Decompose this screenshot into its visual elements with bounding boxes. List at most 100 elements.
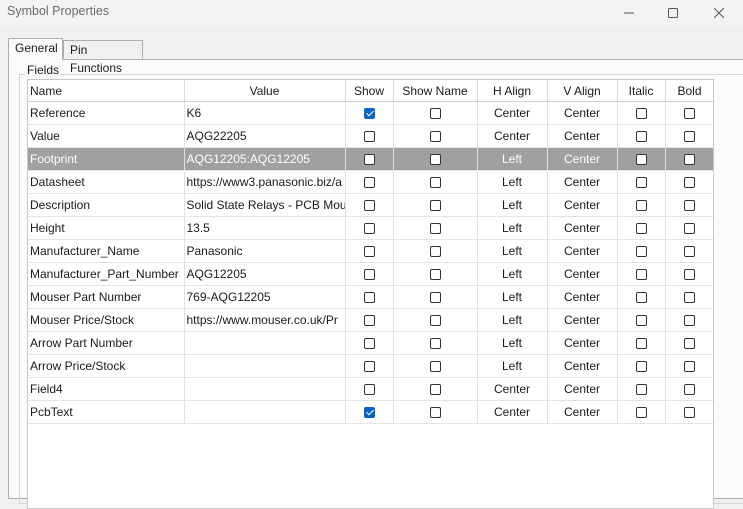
show-checkbox[interactable] [363,108,375,120]
v-align-cell[interactable]: Center [547,331,618,355]
field-value-cell[interactable]: 13.5 [184,216,346,240]
table-row[interactable]: Field4 Center Center [28,377,713,401]
close-button[interactable] [695,0,743,26]
show-name-checkbox[interactable] [429,292,441,304]
field-value-cell[interactable]: 769-AQG12205 [184,285,346,309]
field-value-cell[interactable] [184,377,346,401]
v-align-cell[interactable]: Center [547,400,618,424]
h-align-cell[interactable]: Center [477,101,548,125]
v-align-cell[interactable]: Center [547,377,618,401]
show-checkbox[interactable] [363,338,375,350]
table-row[interactable]: Value AQG22205 Center Center [28,124,713,148]
italic-checkbox[interactable] [635,407,647,419]
bold-checkbox[interactable] [684,361,695,373]
italic-checkbox[interactable] [635,108,647,120]
column-header-h-align[interactable]: H Align [477,80,548,102]
show-checkbox[interactable] [363,315,375,327]
column-header-show[interactable]: Show [345,80,394,102]
show-name-checkbox[interactable] [429,223,441,235]
bold-checkbox[interactable] [684,246,695,258]
h-align-cell[interactable]: Left [477,354,548,378]
italic-checkbox[interactable] [635,338,647,350]
v-align-cell[interactable]: Center [547,216,618,240]
field-value-cell[interactable]: AQG22205 [184,124,346,148]
v-align-cell[interactable]: Center [547,262,618,286]
v-align-cell[interactable]: Center [547,101,618,125]
show-name-checkbox[interactable] [429,384,441,396]
v-align-cell[interactable]: Center [547,147,618,171]
h-align-cell[interactable]: Left [477,216,548,240]
show-name-checkbox[interactable] [429,315,441,327]
field-value-cell[interactable]: Panasonic [184,239,346,263]
table-row[interactable]: Description Solid State Relays - PCB Mour… [28,193,713,217]
bold-checkbox[interactable] [684,269,695,281]
table-row[interactable]: PcbText Center Center [28,400,713,424]
table-row[interactable]: Mouser Part Number 769-AQG12205 Left Center [28,285,713,309]
show-name-checkbox[interactable] [429,246,441,258]
show-checkbox[interactable] [363,269,375,281]
bold-checkbox[interactable] [684,407,695,419]
table-row[interactable]: Arrow Price/Stock Left Center [28,354,713,378]
table-row[interactable]: Mouser Price/Stock https://www.mouser.co.… [28,308,713,332]
tab-pin-functions[interactable]: Pin Functions [63,40,143,75]
tab-general[interactable]: General [8,38,63,60]
show-checkbox[interactable] [363,177,375,189]
field-value-cell[interactable]: AQG12205 [184,262,346,286]
maximize-button[interactable] [649,0,697,26]
bold-checkbox[interactable] [684,200,695,212]
bold-checkbox[interactable] [684,177,695,189]
h-align-cell[interactable]: Left [477,193,548,217]
table-row[interactable]: Manufacturer_Part_Number AQG12205 Left Cent… [28,262,713,286]
show-checkbox[interactable] [363,407,375,419]
italic-checkbox[interactable] [635,269,647,281]
italic-checkbox[interactable] [635,292,647,304]
column-header-name[interactable]: Name [28,80,185,102]
h-align-cell[interactable]: Left [477,239,548,263]
italic-checkbox[interactable] [635,223,647,235]
v-align-cell[interactable]: Center [547,354,618,378]
bold-checkbox[interactable] [684,384,695,396]
show-name-checkbox[interactable] [429,407,441,419]
italic-checkbox[interactable] [635,246,647,258]
table-row[interactable]: Datasheet https://www3.panasonic.biz/a Lef… [28,170,713,194]
field-value-cell[interactable] [184,331,346,355]
show-name-checkbox[interactable] [429,154,441,166]
field-value-cell[interactable]: https://www3.panasonic.biz/a [184,170,346,194]
italic-checkbox[interactable] [635,154,647,166]
table-row[interactable]: Arrow Part Number Left Center [28,331,713,355]
column-header-value[interactable]: Value [184,80,346,102]
show-name-checkbox[interactable] [429,108,441,120]
show-name-checkbox[interactable] [429,269,441,281]
fields-grid[interactable]: Name Value Show Show Name H Align V Align Ital… [27,79,714,509]
bold-checkbox[interactable] [684,131,695,143]
h-align-cell[interactable]: Center [477,124,548,148]
v-align-cell[interactable]: Center [547,124,618,148]
table-row[interactable]: Footprint AQG12205:AQG12205 Left Center [28,147,713,171]
field-value-cell[interactable]: AQG12205:AQG12205 [184,147,346,171]
column-header-italic[interactable]: Italic [617,80,666,102]
column-header-show-name[interactable]: Show Name [393,80,478,102]
italic-checkbox[interactable] [635,131,647,143]
column-header-bold[interactable]: Bold [665,80,713,102]
show-checkbox[interactable] [363,246,375,258]
bold-checkbox[interactable] [684,315,695,327]
italic-checkbox[interactable] [635,315,647,327]
h-align-cell[interactable]: Left [477,285,548,309]
h-align-cell[interactable]: Left [477,308,548,332]
bold-checkbox[interactable] [684,108,695,120]
bold-checkbox[interactable] [684,292,695,304]
table-row[interactable]: Height 13.5 Left Center [28,216,713,240]
show-name-checkbox[interactable] [429,177,441,189]
show-checkbox[interactable] [363,131,375,143]
show-checkbox[interactable] [363,223,375,235]
show-checkbox[interactable] [363,292,375,304]
bold-checkbox[interactable] [684,154,695,166]
field-value-cell[interactable]: https://www.mouser.co.uk/Pr [184,308,346,332]
column-header-v-align[interactable]: V Align [547,80,618,102]
h-align-cell[interactable]: Left [477,331,548,355]
show-name-checkbox[interactable] [429,131,441,143]
v-align-cell[interactable]: Center [547,285,618,309]
field-value-cell[interactable]: Solid State Relays - PCB Mour [184,193,346,217]
show-checkbox[interactable] [363,200,375,212]
bold-checkbox[interactable] [684,338,695,350]
